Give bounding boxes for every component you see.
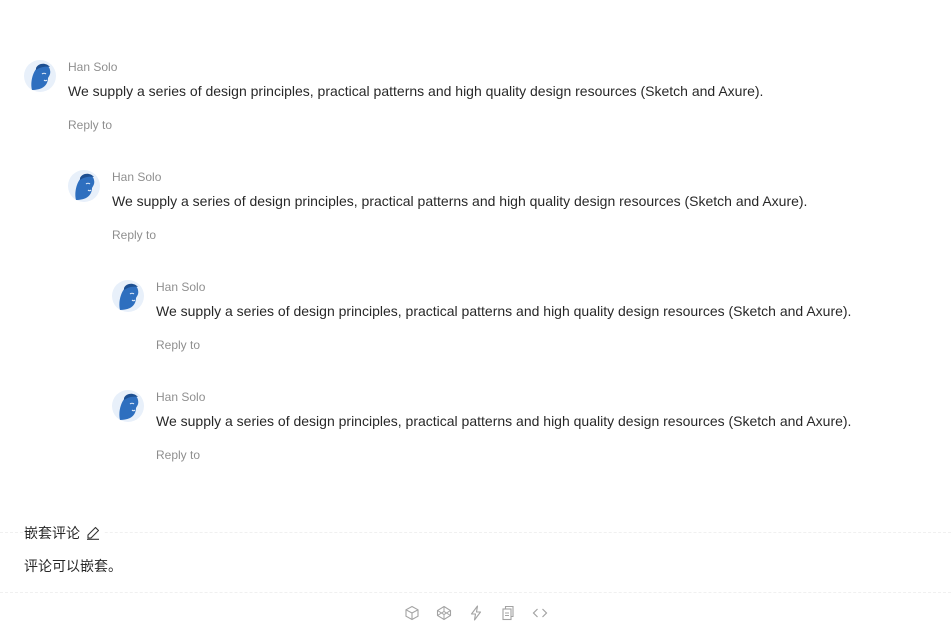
avatar-portrait-icon [112,280,144,312]
comment-item: Han Solo We supply a series of design pr… [24,60,884,140]
comment-author: Han Solo [112,170,162,184]
edit-icon[interactable] [86,526,100,540]
comment-author: Han Solo [156,280,206,294]
comment-author: Han Solo [156,390,206,404]
comment-author: Han Solo [68,60,118,74]
comment-content: We supply a series of design principles,… [68,83,764,99]
avatar-portrait-icon [112,390,144,422]
reply-link[interactable]: Reply to [156,338,200,352]
comment-item: Han Solo We supply a series of design pr… [68,170,928,250]
demo-title-wrap: 嵌套评论 [24,525,104,541]
avatar[interactable] [112,280,144,312]
code-icon[interactable] [532,605,548,621]
demo-actions-toolbar [0,592,951,633]
avatar-portrait-icon [24,60,56,92]
comment-content: We supply a series of design principles,… [112,193,808,209]
reply-link[interactable]: Reply to [156,448,200,462]
avatar[interactable] [24,60,56,92]
demo-title: 嵌套评论 [24,525,80,541]
stackblitz-icon[interactable] [468,605,484,621]
comment-item: Han Solo We supply a series of design pr… [112,280,932,360]
reply-link[interactable]: Reply to [112,228,156,242]
demo-description: 评论可以嵌套。 [24,558,122,574]
comment-item: Han Solo We supply a series of design pr… [112,390,932,470]
codesandbox-icon[interactable] [404,605,420,621]
comment-content: We supply a series of design principles,… [156,303,852,319]
reply-link[interactable]: Reply to [68,118,112,132]
copy-icon[interactable] [500,605,516,621]
codepen-icon[interactable] [436,605,452,621]
avatar[interactable] [68,170,100,202]
avatar[interactable] [112,390,144,422]
demo-meta: 嵌套评论 评论可以嵌套。 [0,525,951,593]
avatar-portrait-icon [68,170,100,202]
comment-content: We supply a series of design principles,… [156,413,852,429]
